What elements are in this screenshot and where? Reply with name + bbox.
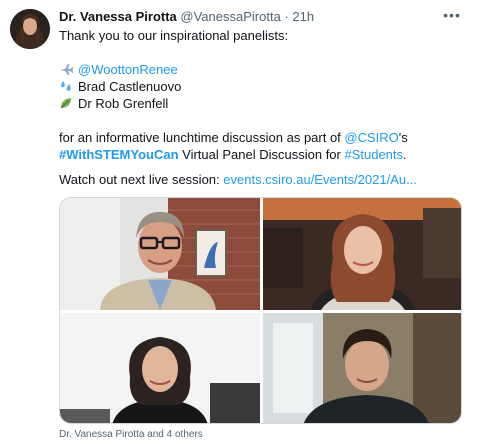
- avatar[interactable]: [10, 9, 50, 49]
- panelist-photo: [263, 198, 461, 310]
- media-grid[interactable]: [59, 197, 462, 424]
- media-caption[interactable]: Dr. Vanessa Pirotta and 4 others: [59, 429, 203, 441]
- text-segment: 's: [398, 130, 408, 145]
- tweet-text-para-b: #WithSTEMYouCan Virtual Panel Discussion…: [59, 146, 407, 163]
- droplets-icon: [61, 81, 71, 92]
- panelist-name-brad: Brad Castlenuovo: [78, 79, 182, 94]
- hashtag-withstemyoucan[interactable]: #WithSTEMYouCan: [59, 147, 179, 162]
- text-segment: for an informative lunchtime discussion …: [59, 130, 345, 145]
- leaf-icon: [60, 98, 71, 109]
- events-link[interactable]: events.csiro.au/Events/2021/Au...: [223, 172, 417, 187]
- tweet-text-watch: Watch out next live session: events.csir…: [59, 171, 417, 188]
- panelist-link-wootton[interactable]: @WoottonRenee: [78, 62, 178, 77]
- avatar-image: [10, 9, 50, 49]
- mention-csiro[interactable]: @CSIRO: [344, 130, 398, 145]
- panelist-photo: [60, 198, 260, 310]
- airplane-icon: [60, 64, 73, 75]
- panelist-item: Brad Castlenuovo: [59, 78, 181, 95]
- author-handle[interactable]: @VanessaPirotta: [180, 9, 280, 24]
- author-name[interactable]: Dr. Vanessa Pirotta: [59, 9, 177, 24]
- panelist-photo: [263, 313, 461, 423]
- panelist-name-rob: Dr Rob Grenfell: [78, 96, 169, 111]
- text-segment: .: [403, 147, 407, 162]
- tweet[interactable]: Dr. Vanessa Pirotta @VanessaPirotta · 21…: [0, 0, 481, 444]
- tweet-header: Dr. Vanessa Pirotta @VanessaPirotta · 21…: [59, 8, 314, 26]
- video-tile-young-man[interactable]: [263, 313, 461, 423]
- text-segment: Virtual Panel Discussion for: [178, 147, 345, 162]
- separator-dot: ·: [284, 9, 289, 24]
- panelist-photo: [60, 313, 260, 423]
- tweet-time[interactable]: 21h: [292, 9, 314, 24]
- tweet-text-line1: Thank you to our inspirational panelists…: [59, 28, 289, 43]
- video-tile-man-glasses[interactable]: [60, 198, 260, 310]
- text-segment: Watch out next live session:: [59, 172, 224, 187]
- video-tile-woman-red-hair[interactable]: [263, 198, 461, 310]
- panelist-item: @WoottonRenee: [59, 61, 178, 78]
- video-tile-woman-dark-hair[interactable]: [60, 313, 260, 423]
- tweet-text-para-a: for an informative lunchtime discussion …: [59, 129, 408, 146]
- panelist-item: Dr Rob Grenfell: [59, 95, 168, 112]
- more-dots-icon[interactable]: •••: [441, 8, 463, 26]
- hashtag-students[interactable]: #Students: [344, 147, 403, 162]
